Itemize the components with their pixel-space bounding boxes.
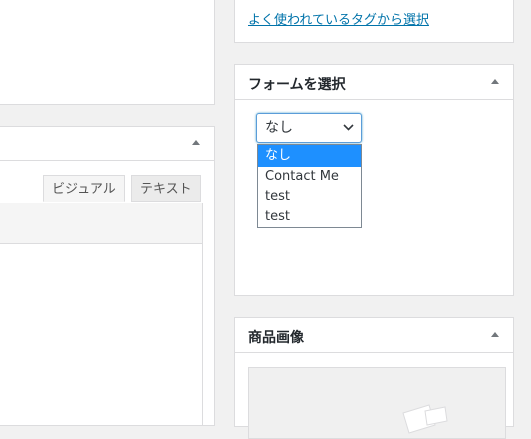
form-select-value: なし <box>265 120 293 136</box>
tab-text[interactable]: テキスト <box>131 175 201 202</box>
product-image-panel: 商品画像 <box>234 317 514 439</box>
form-panel-title: フォームを選択 <box>248 77 346 93</box>
toggle-panel-icon[interactable] <box>491 332 499 337</box>
image-placeholder-icon <box>402 404 448 434</box>
image-placeholder[interactable] <box>248 367 506 439</box>
image-panel-title: 商品画像 <box>248 330 304 346</box>
toggle-panel-icon[interactable] <box>491 79 499 84</box>
tags-panel: よく使われているタグから選択 <box>234 0 514 43</box>
toggle-panel-icon[interactable] <box>192 140 200 145</box>
chevron-down-icon <box>343 124 354 131</box>
form-panel-header: フォームを選択 <box>235 65 513 100</box>
editor-content-area[interactable] <box>0 244 203 425</box>
left-panel <box>0 0 215 105</box>
popular-tags-link[interactable]: よく使われているタグから選択 <box>248 9 429 28</box>
dropdown-option[interactable]: なし <box>258 145 361 167</box>
image-panel-header: 商品画像 <box>235 318 513 353</box>
form-select-dropdown: なし Contact Me test test <box>257 144 362 228</box>
editor-header <box>0 127 214 161</box>
form-select-panel: フォームを選択 なし なし Contact Me test test <box>234 64 514 296</box>
dropdown-option[interactable]: test <box>258 187 361 207</box>
dropdown-option[interactable]: test <box>258 207 361 227</box>
tab-visual[interactable]: ビジュアル <box>43 175 125 202</box>
editor-panel: ビジュアル テキスト <box>0 126 215 426</box>
editor-toolbar <box>0 203 203 244</box>
form-select[interactable]: なし <box>256 113 362 143</box>
dropdown-option[interactable]: Contact Me <box>258 167 361 187</box>
